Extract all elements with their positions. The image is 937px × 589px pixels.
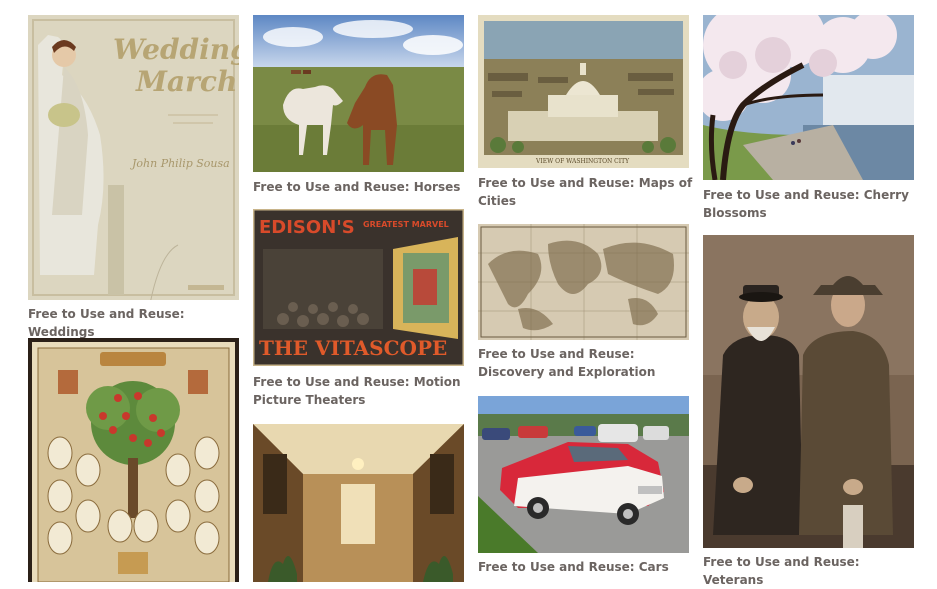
- poster-title-text: Wedding: [113, 33, 239, 66]
- gallery-caption-veterans[interactable]: Free to Use and Reuse: Veterans: [703, 553, 918, 589]
- poster-composer-text: John Philip Sousa: [130, 157, 230, 170]
- family-tree-image[interactable]: [28, 338, 239, 582]
- gallery-caption-weddings[interactable]: Free to Use and Reuse: Weddings: [28, 305, 243, 341]
- gallery-caption-cherry-blossoms[interactable]: Free to Use and Reuse: Cherry Blossoms: [703, 186, 918, 222]
- veterans-photo-image[interactable]: [703, 235, 914, 548]
- world-map-image[interactable]: [478, 224, 689, 340]
- horses-photo-image[interactable]: [253, 15, 464, 172]
- red-car-photo-image[interactable]: [478, 396, 689, 553]
- wedding-march-poster-image[interactable]: Wedding March John Philip Sousa: [28, 15, 239, 300]
- hotel-hallway-image[interactable]: [253, 424, 464, 582]
- map-title-text: VIEW OF WASHINGTON CITY: [535, 158, 630, 165]
- poster-subtitle-text: March: [135, 65, 237, 98]
- poster-vitascope-text: THE VITASCOPE: [259, 336, 447, 360]
- gallery-caption-maps-of-cities[interactable]: Free to Use and Reuse: Maps of Cities: [478, 174, 693, 210]
- poster-tagline-text: GREATEST MARVEL: [363, 220, 449, 229]
- gallery-caption-motion-picture[interactable]: Free to Use and Reuse: Motion Picture Th…: [253, 373, 468, 409]
- gallery-caption-discovery[interactable]: Free to Use and Reuse: Discovery and Exp…: [478, 345, 693, 381]
- washington-city-map-image[interactable]: VIEW OF WASHINGTON CITY: [478, 15, 689, 168]
- gallery-caption-horses[interactable]: Free to Use and Reuse: Horses: [253, 178, 468, 196]
- poster-headline-text: EDISON'S: [259, 217, 355, 238]
- gallery-caption-cars[interactable]: Free to Use and Reuse: Cars: [478, 558, 693, 576]
- cherry-blossoms-photo-image[interactable]: [703, 15, 914, 180]
- vitascope-poster-image[interactable]: EDISON'S GREATEST MARVEL THE VITASCOPE: [253, 209, 464, 366]
